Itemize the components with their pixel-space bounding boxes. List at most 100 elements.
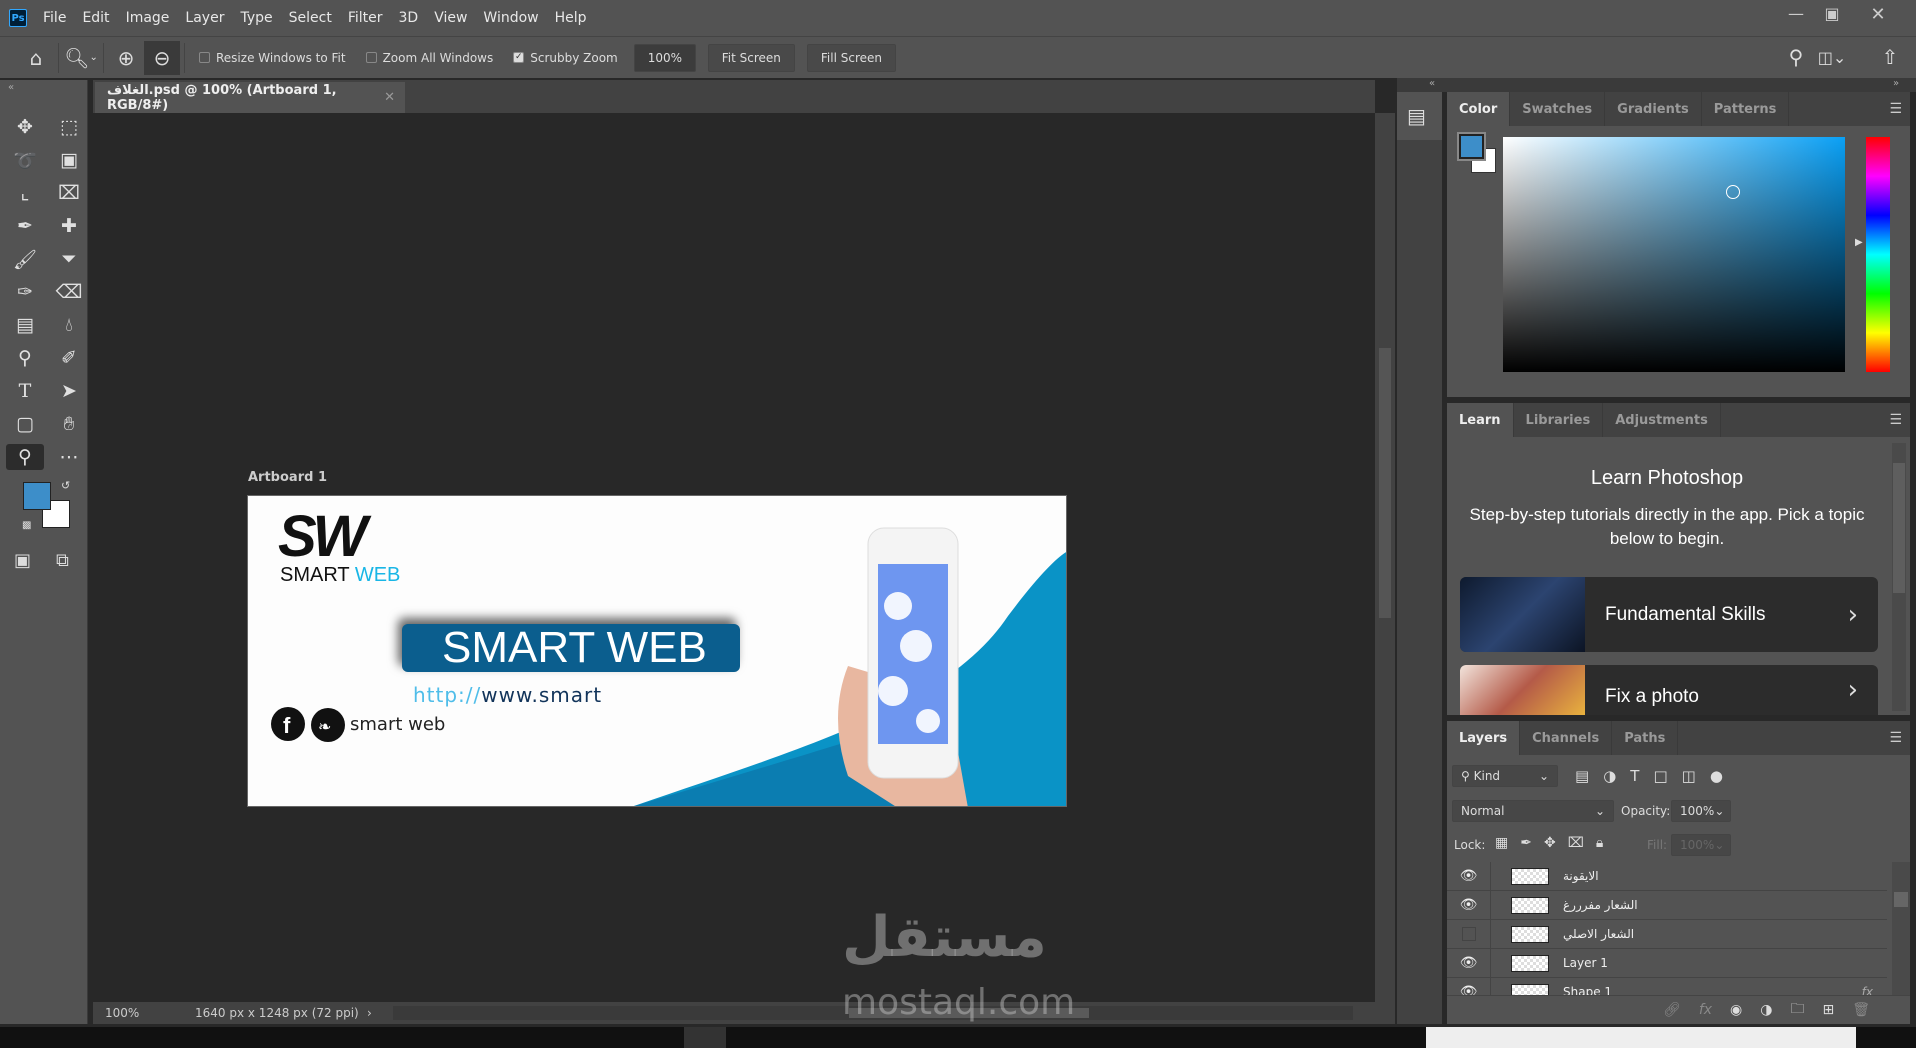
scroll-thumb[interactable] [1894, 892, 1908, 907]
search-icon[interactable]: ⚲ [1778, 40, 1814, 74]
vertical-scrollbar[interactable] [1375, 113, 1395, 1002]
lock-position-icon[interactable]: ✥ [1544, 835, 1556, 851]
share-icon[interactable]: ⇧ [1872, 40, 1908, 74]
color-field[interactable] [1503, 137, 1845, 372]
tab-color[interactable]: Color [1447, 92, 1511, 126]
add-style-icon[interactable]: fx [1699, 1002, 1712, 1018]
menu-help[interactable]: Help [547, 10, 595, 26]
more-tools-icon[interactable]: ⋯ [50, 444, 88, 470]
taskbar-photoshop-icon[interactable] [684, 1027, 726, 1048]
menu-3d[interactable]: 3D [391, 10, 427, 26]
object-select-tool-icon[interactable]: ▣ [50, 147, 88, 173]
collapse-right-icon[interactable]: » [1893, 78, 1899, 89]
hand-tool-icon[interactable]: ✋︎ [50, 411, 88, 437]
tab-swatches[interactable]: Swatches [1510, 92, 1606, 126]
shape-filter-icon[interactable]: □ [1653, 767, 1667, 785]
adjustment-filter-icon[interactable]: ◑ [1603, 767, 1616, 785]
swap-colors-icon[interactable]: ↺ [61, 479, 70, 492]
blend-mode-dropdown[interactable]: Normal ⌄ [1452, 800, 1614, 822]
new-group-icon[interactable]: 🗀︎ [1790, 998, 1804, 1022]
screen-mode-icon[interactable]: ⧉ [56, 550, 69, 571]
menu-image[interactable]: Image [118, 10, 178, 26]
tab-adjustments[interactable]: Adjustments [1603, 403, 1721, 437]
hue-slider-handle[interactable]: ▶ [1855, 237, 1863, 248]
shape-tool-icon[interactable]: ▢ [6, 411, 44, 437]
scroll-thumb[interactable] [1379, 348, 1391, 618]
filter-toggle-icon[interactable]: ● [1710, 767, 1723, 785]
menu-type[interactable]: Type [232, 10, 280, 26]
layer-row[interactable]: 👁︎ Shape 1 fx [1447, 978, 1887, 995]
stamp-tool-icon[interactable]: ⏷ [50, 246, 88, 272]
panel-menu-icon[interactable]: ☰ [1881, 403, 1910, 437]
zoom-level[interactable]: 100% [105, 1006, 165, 1020]
frame-tool-icon[interactable]: ⌧ [50, 180, 88, 206]
tab-learn[interactable]: Learn [1447, 403, 1514, 437]
lock-all-icon[interactable]: 🔒︎ [1596, 835, 1603, 851]
collapse-left-icon[interactable]: « [1429, 78, 1435, 89]
layer-row[interactable]: الشعار الاصلي [1447, 920, 1887, 949]
home-icon[interactable]: ⌂ [18, 41, 54, 75]
history-panel-icon[interactable]: ▤ [1397, 92, 1442, 140]
hue-slider[interactable] [1866, 137, 1890, 372]
visibility-eye-icon[interactable]: 👁︎ [1447, 862, 1491, 890]
close-tab-icon[interactable]: ✕ [384, 90, 395, 105]
fill-screen-button[interactable]: Fill Screen [806, 43, 896, 72]
smart-object-filter-icon[interactable]: ◫ [1682, 767, 1696, 785]
layers-scrollbar[interactable] [1892, 862, 1910, 995]
tab-gradients[interactable]: Gradients [1605, 92, 1702, 126]
scroll-thumb[interactable] [1893, 463, 1905, 593]
foreground-color-swatch-top[interactable] [23, 482, 51, 510]
eyedropper-tool-icon[interactable]: ✒ [6, 213, 44, 239]
close-icon[interactable]: ✕ [1858, 4, 1898, 25]
learn-card-fix-a-photo[interactable]: Fix a photo › [1460, 665, 1878, 715]
new-layer-icon[interactable]: ⊞ [1822, 1002, 1834, 1018]
brush-tool-icon[interactable]: 🖌︎ [6, 246, 44, 272]
tab-layers[interactable]: Layers [1447, 721, 1521, 755]
adjustment-layer-icon[interactable]: ◑ [1760, 1002, 1772, 1018]
learn-scrollbar[interactable] [1892, 443, 1906, 711]
tab-patterns[interactable]: Patterns [1702, 92, 1790, 126]
visibility-eye-icon[interactable]: 👁︎ [1447, 949, 1491, 977]
add-mask-icon[interactable]: ◉ [1730, 1002, 1742, 1018]
path-selection-tool-icon[interactable]: ➤ [50, 378, 88, 404]
gradient-tool-icon[interactable]: ▤ [6, 312, 44, 338]
taskbar-search[interactable] [1426, 1027, 1856, 1048]
artboard[interactable]: f ❧ SW SMART WEB SMART WEB http://www.sm… [247, 495, 1067, 807]
default-colors-icon[interactable]: ▩ [22, 520, 31, 531]
tab-paths[interactable]: Paths [1612, 721, 1679, 755]
quick-mask-icon[interactable]: ▣ [14, 550, 31, 571]
lock-transparency-icon[interactable]: ▦ [1495, 835, 1508, 851]
history-brush-tool-icon[interactable]: ✑ [6, 279, 44, 305]
zoom-tool-preset-icon[interactable]: 🔍︎ ⌄ [63, 41, 99, 75]
pixel-filter-icon[interactable]: ▤ [1575, 767, 1589, 785]
layer-row[interactable]: 👁︎ الشعار مفرررغ [1447, 891, 1887, 920]
fit-screen-button[interactable]: Fit Screen [707, 43, 795, 72]
foreground-color-chip[interactable] [1457, 132, 1486, 161]
menu-filter[interactable]: Filter [340, 10, 391, 26]
restore-icon[interactable]: ▣ [1812, 4, 1852, 23]
zoom-out-icon[interactable]: ⊖ [144, 40, 180, 75]
lasso-tool-icon[interactable]: ➰ [6, 147, 44, 173]
lock-pixels-icon[interactable]: ✒ [1520, 835, 1532, 851]
eraser-tool-icon[interactable]: ⌫ [50, 279, 88, 305]
visibility-toggle-empty[interactable] [1447, 920, 1491, 948]
scrubby-zoom-checkbox[interactable]: ✓ Scrubby Zoom [513, 51, 618, 65]
document-tab[interactable]: الغلاف.psd @ 100% (Artboard 1, RGB/8#) ✕ [95, 82, 405, 113]
menu-edit[interactable]: Edit [74, 10, 117, 26]
type-filter-icon[interactable]: T [1630, 767, 1639, 785]
tab-channels[interactable]: Channels [1520, 721, 1613, 755]
zoom-in-icon[interactable]: ⊕ [108, 41, 144, 75]
artboard-label[interactable]: Artboard 1 [248, 470, 327, 485]
layer-row[interactable]: 👁︎ Layer 1 [1447, 949, 1887, 978]
menu-file[interactable]: File [35, 10, 74, 26]
zoom-all-windows-checkbox[interactable]: Zoom All Windows [365, 51, 493, 65]
menu-select[interactable]: Select [281, 10, 340, 26]
delete-layer-icon[interactable]: 🗑︎ [1852, 1002, 1870, 1018]
link-layers-icon[interactable]: 🔗︎ [1663, 1002, 1681, 1018]
fill-field[interactable]: 100% ⌄ [1671, 834, 1731, 856]
zoom-tool-icon[interactable]: ⚲ [6, 444, 44, 470]
workspace-icon[interactable]: ◫⌄ [1814, 40, 1850, 74]
color-picker-cursor[interactable] [1726, 185, 1740, 199]
layer-filter-dropdown[interactable]: ⚲ Kind ⌄ [1452, 765, 1558, 787]
lock-artboard-icon[interactable]: ⌧ [1568, 835, 1584, 851]
